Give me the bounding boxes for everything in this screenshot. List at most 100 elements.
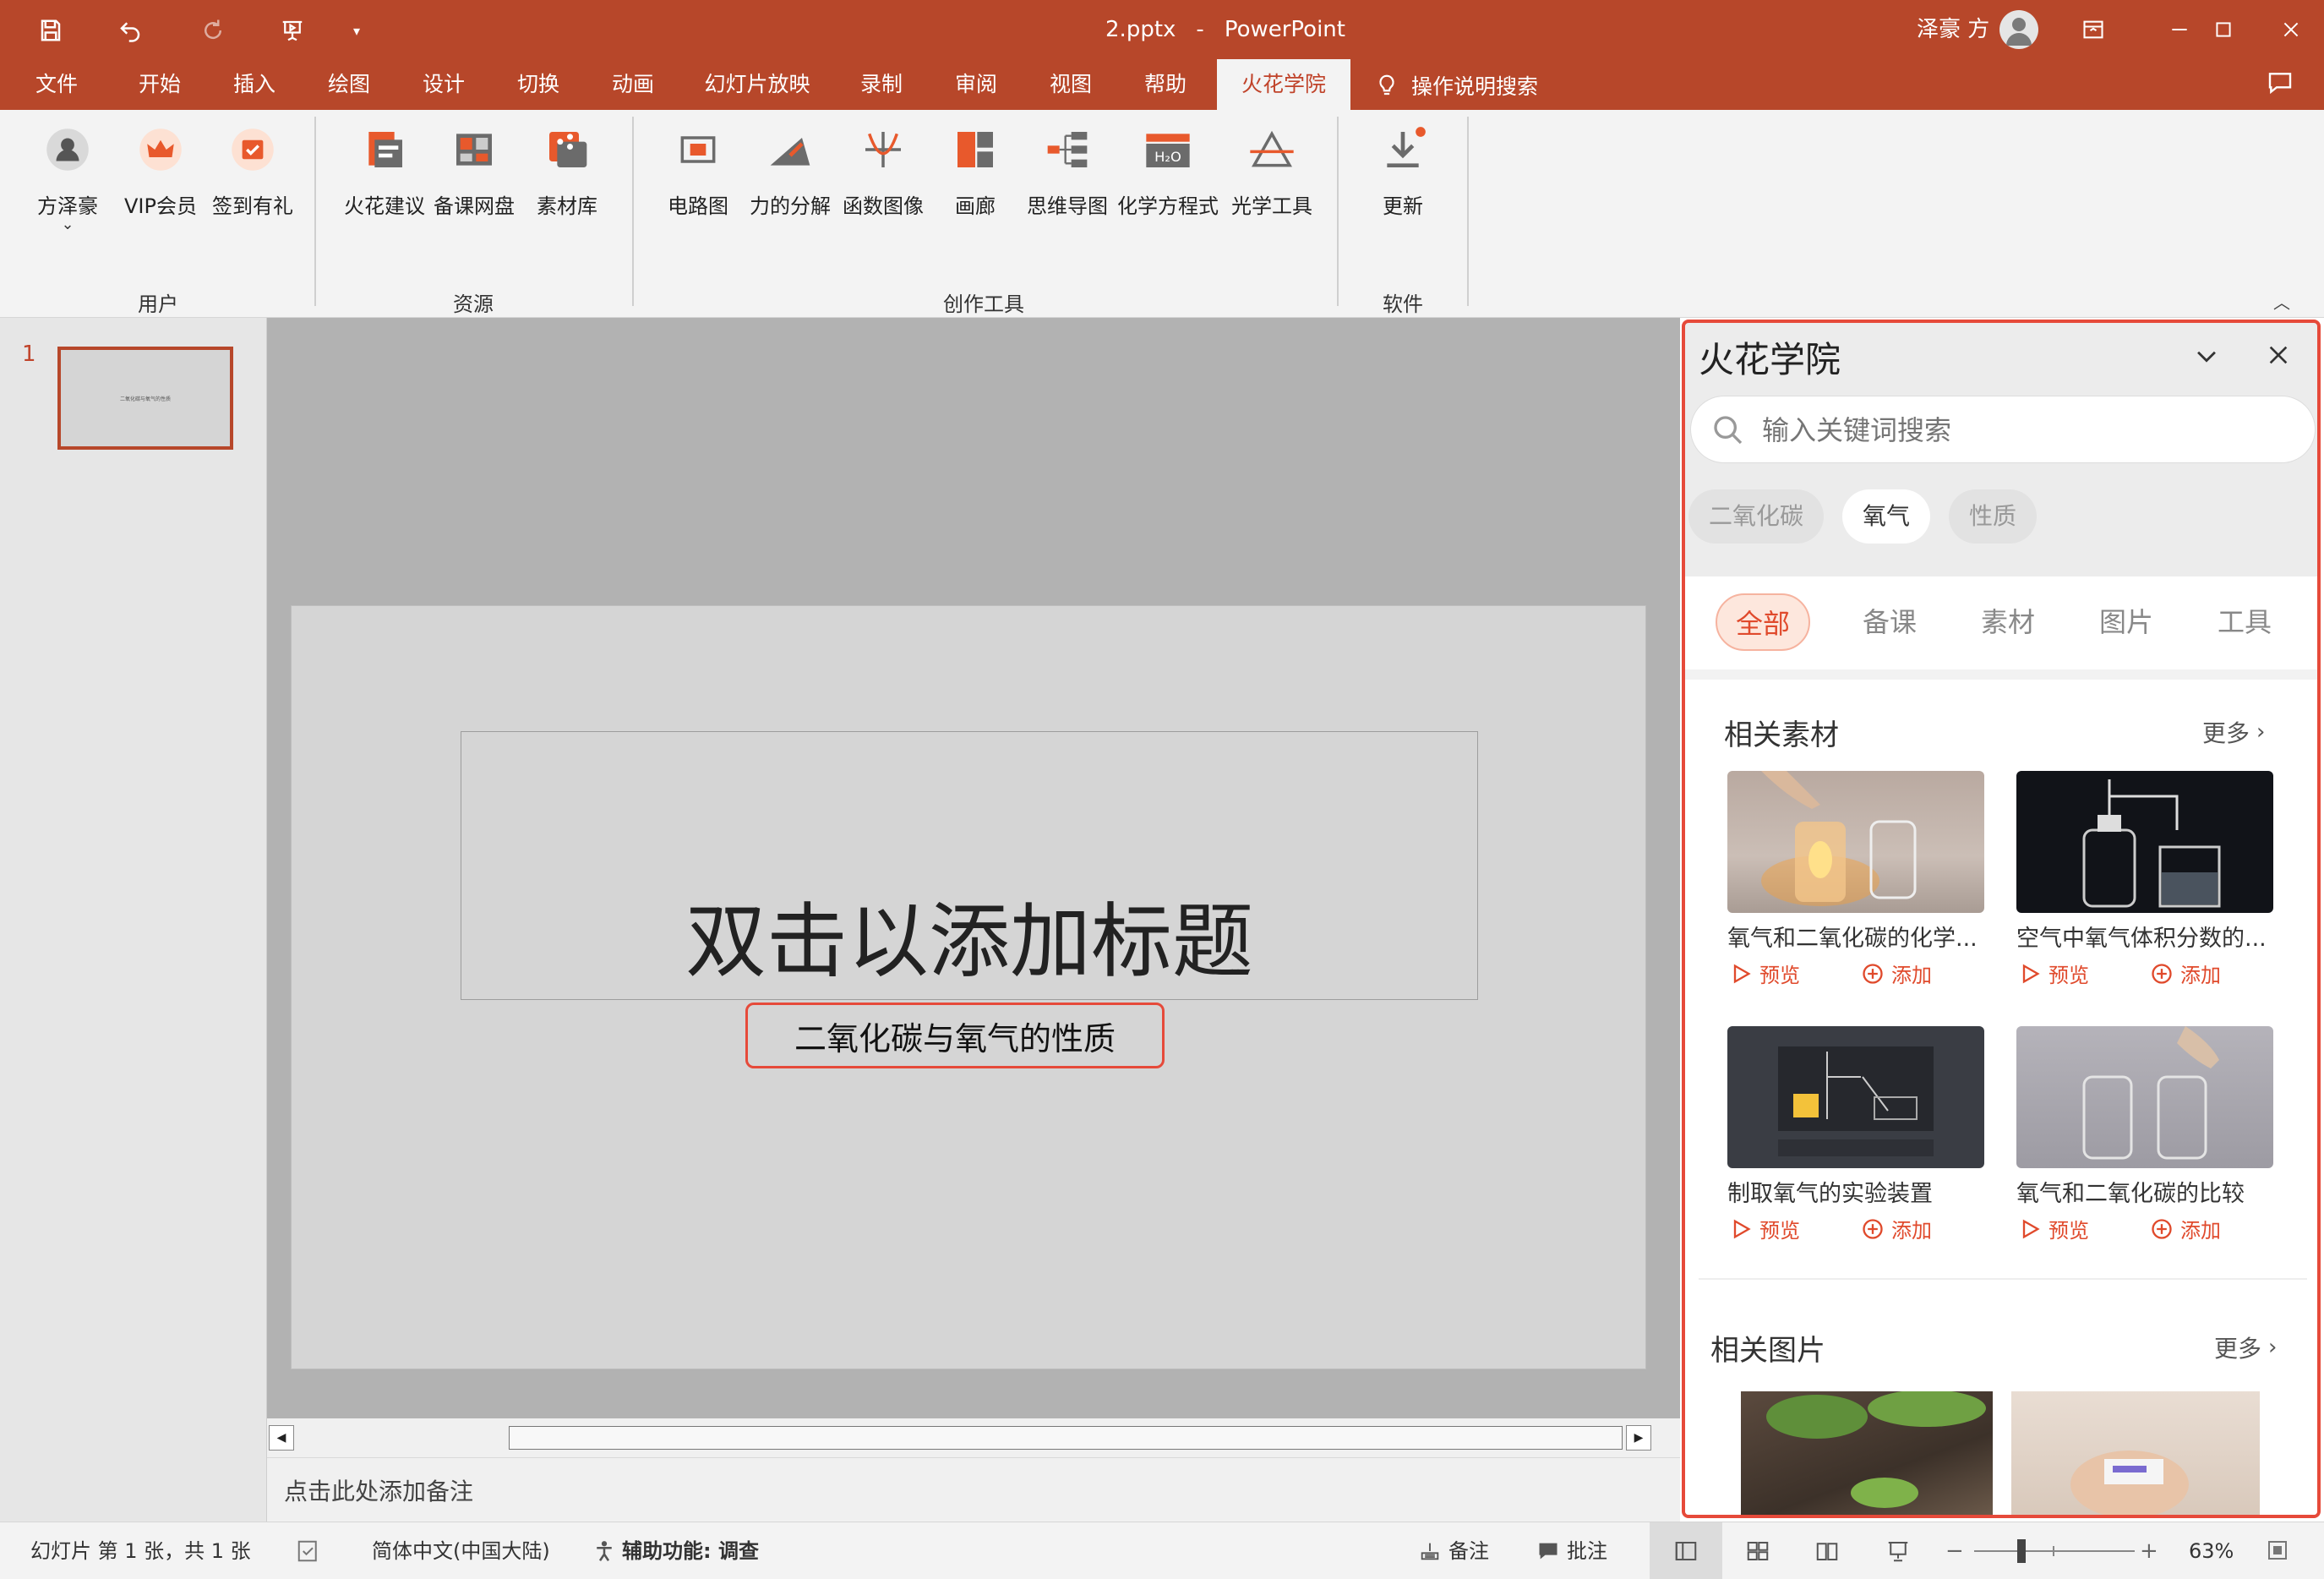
preview-button[interactable]: 预览 xyxy=(2018,1214,2089,1243)
pane-close-button[interactable] xyxy=(2265,341,2292,372)
notes-pane[interactable]: 点击此处添加备注 xyxy=(267,1457,1680,1522)
preview-button[interactable]: 预览 xyxy=(1729,959,1800,988)
maximize-button[interactable] xyxy=(2197,8,2250,51)
tab-transitions[interactable]: 切换 xyxy=(500,59,576,110)
add-button[interactable]: 添加 xyxy=(2150,1214,2221,1243)
redo-button[interactable] xyxy=(191,12,235,49)
material-thumbnail[interactable] xyxy=(2016,771,2273,913)
material-thumbnail[interactable] xyxy=(2016,1026,2273,1168)
reading-view-button[interactable] xyxy=(1793,1522,1861,1579)
update-button[interactable]: 更新 xyxy=(1361,122,1445,219)
filter-tab-lessons[interactable]: 备课 xyxy=(1856,593,1923,651)
keyword-chip-oxygen[interactable]: 氧气 xyxy=(1842,489,1931,544)
mind-map-button[interactable]: 思维导图 xyxy=(1021,122,1114,219)
save-button[interactable] xyxy=(29,12,73,49)
tab-slideshow[interactable]: 幻灯片放映 xyxy=(698,59,816,110)
material-title[interactable]: 氧气和二氧化碳的化学... xyxy=(1727,920,1989,953)
material-title[interactable]: 制取氧气的实验装置 xyxy=(1727,1175,1989,1208)
filter-tab-all[interactable]: 全部 xyxy=(1716,593,1811,651)
zoom-slider-thumb[interactable] xyxy=(2016,1539,2026,1563)
zoom-level[interactable]: 63% xyxy=(2189,1522,2234,1579)
ribbon-display-options-button[interactable] xyxy=(2067,8,2119,51)
function-graph-button[interactable]: 函数图像 xyxy=(837,122,930,219)
add-button[interactable]: 添加 xyxy=(1861,1214,1932,1243)
material-library-button[interactable]: 素材库 xyxy=(521,122,614,219)
circuit-diagram-button[interactable]: 电路图 xyxy=(656,122,740,219)
tab-file[interactable]: 文件 xyxy=(19,59,95,110)
material-title[interactable]: 空气中氧气体积分数的... xyxy=(2016,920,2278,953)
material-title[interactable]: 氧气和二氧化碳的比较 xyxy=(2016,1175,2278,1208)
tab-draw[interactable]: 绘图 xyxy=(311,59,387,110)
preview-button[interactable]: 预览 xyxy=(2018,959,2089,988)
present-from-start-button[interactable] xyxy=(270,12,314,49)
gallery-button[interactable]: 画廊 xyxy=(933,122,1017,219)
pane-search-box[interactable] xyxy=(1690,396,2316,463)
subtitle-textbox[interactable]: 二氧化碳与氧气的性质 xyxy=(745,1003,1165,1068)
fit-to-window-button[interactable] xyxy=(2265,1538,2290,1566)
group-label-tools: 创作工具 xyxy=(943,292,1024,316)
tab-insert[interactable]: 插入 xyxy=(216,59,292,110)
filter-tab-tools[interactable]: 工具 xyxy=(2211,593,2278,651)
related-image-tree-bark[interactable] xyxy=(1741,1391,1993,1515)
checkin-gift-button[interactable]: 签到有礼 xyxy=(206,122,299,219)
keyword-chip-co2[interactable]: 二氧化碳 xyxy=(1688,489,1825,544)
avatar[interactable] xyxy=(1999,10,2038,49)
material-thumbnail[interactable] xyxy=(1727,771,1984,913)
comments-toggle-button[interactable]: 批注 xyxy=(1536,1522,1607,1579)
keyword-chip-property[interactable]: 性质 xyxy=(1949,489,2038,544)
tab-help[interactable]: 帮助 xyxy=(1127,59,1203,110)
tab-home[interactable]: 开始 xyxy=(122,59,198,110)
title-placeholder[interactable]: 双击以添加标题 xyxy=(461,731,1478,1000)
add-button[interactable]: 添加 xyxy=(1861,959,1932,988)
filter-tab-images[interactable]: 图片 xyxy=(2092,593,2160,651)
related-image-hands[interactable] xyxy=(2011,1391,2260,1515)
zoom-out-button[interactable]: − xyxy=(1945,1522,1964,1579)
slide-thumbnail[interactable]: 二氧化碳与氧气的性质 xyxy=(57,347,233,450)
zoom-in-button[interactable]: + xyxy=(2140,1522,2158,1579)
language-indicator[interactable]: 简体中文(中国大陆) xyxy=(372,1522,550,1579)
add-button[interactable]: 添加 xyxy=(2150,959,2221,988)
related-images-more-link[interactable]: 更多 › xyxy=(2214,1330,2277,1364)
scroll-right-button[interactable]: ▶ xyxy=(1626,1425,1651,1451)
tab-record[interactable]: 录制 xyxy=(843,59,919,110)
slide-sorter-button[interactable] xyxy=(1724,1522,1792,1579)
collapse-ribbon-button[interactable]: ︿ xyxy=(2273,289,2290,314)
scrollbar-thumb[interactable] xyxy=(509,1426,1623,1450)
horizontal-scrollbar[interactable]: ◀ ▶ xyxy=(267,1418,1680,1457)
tab-animations[interactable]: 动画 xyxy=(595,59,671,110)
vip-member-button[interactable]: VIP会员 xyxy=(118,122,203,219)
pane-search-input[interactable] xyxy=(1762,408,2286,452)
tab-view[interactable]: 视图 xyxy=(1033,59,1109,110)
filter-tab-materials[interactable]: 素材 xyxy=(1974,593,2042,651)
material-thumbnail[interactable] xyxy=(1727,1026,1984,1168)
chemical-equation-button[interactable]: H₂O 化学方程式 xyxy=(1114,122,1222,219)
maximize-icon xyxy=(2216,22,2231,37)
normal-view-button[interactable] xyxy=(1650,1522,1722,1579)
accessibility-icon xyxy=(597,1541,612,1561)
force-decomposition-button[interactable]: 力的分解 xyxy=(744,122,837,219)
notes-toggle-button[interactable]: 备注 xyxy=(1418,1522,1489,1579)
customize-toolbar-button[interactable]: ▾ xyxy=(335,12,379,49)
account-name[interactable]: 泽豪 方 xyxy=(1917,15,1989,44)
spell-check-status[interactable] xyxy=(296,1522,321,1579)
close-window-button[interactable] xyxy=(2265,8,2317,51)
tell-me-search[interactable]: 操作说明搜索 xyxy=(1374,68,1538,103)
preview-button[interactable]: 预览 xyxy=(1729,1214,1800,1243)
tab-huohua[interactable]: 火花学院 xyxy=(1217,59,1350,110)
zoom-slider-track[interactable] xyxy=(1974,1550,2135,1552)
lesson-drive-button[interactable]: 备课网盘 xyxy=(428,122,521,219)
undo-button[interactable] xyxy=(108,12,152,49)
related-materials-more-link[interactable]: 更多 › xyxy=(2202,715,2265,749)
pane-options-button[interactable] xyxy=(2192,341,2221,374)
close-icon xyxy=(2269,346,2288,364)
optics-tool-button[interactable]: 光学工具 xyxy=(1225,122,1318,219)
comments-panel-button[interactable] xyxy=(2267,69,2294,100)
oxygen-volume-experiment-image xyxy=(2082,779,2221,908)
user-profile-button[interactable]: 方泽豪 ⌄ xyxy=(25,122,110,233)
tab-review[interactable]: 审阅 xyxy=(938,59,1014,110)
tab-design[interactable]: 设计 xyxy=(406,59,482,110)
huohua-suggest-button[interactable]: 火花建议 xyxy=(338,122,431,219)
accessibility-status[interactable]: 辅助功能: 调查 xyxy=(592,1522,759,1579)
slideshow-view-button[interactable] xyxy=(1864,1522,1932,1579)
scroll-left-button[interactable]: ◀ xyxy=(269,1425,294,1451)
